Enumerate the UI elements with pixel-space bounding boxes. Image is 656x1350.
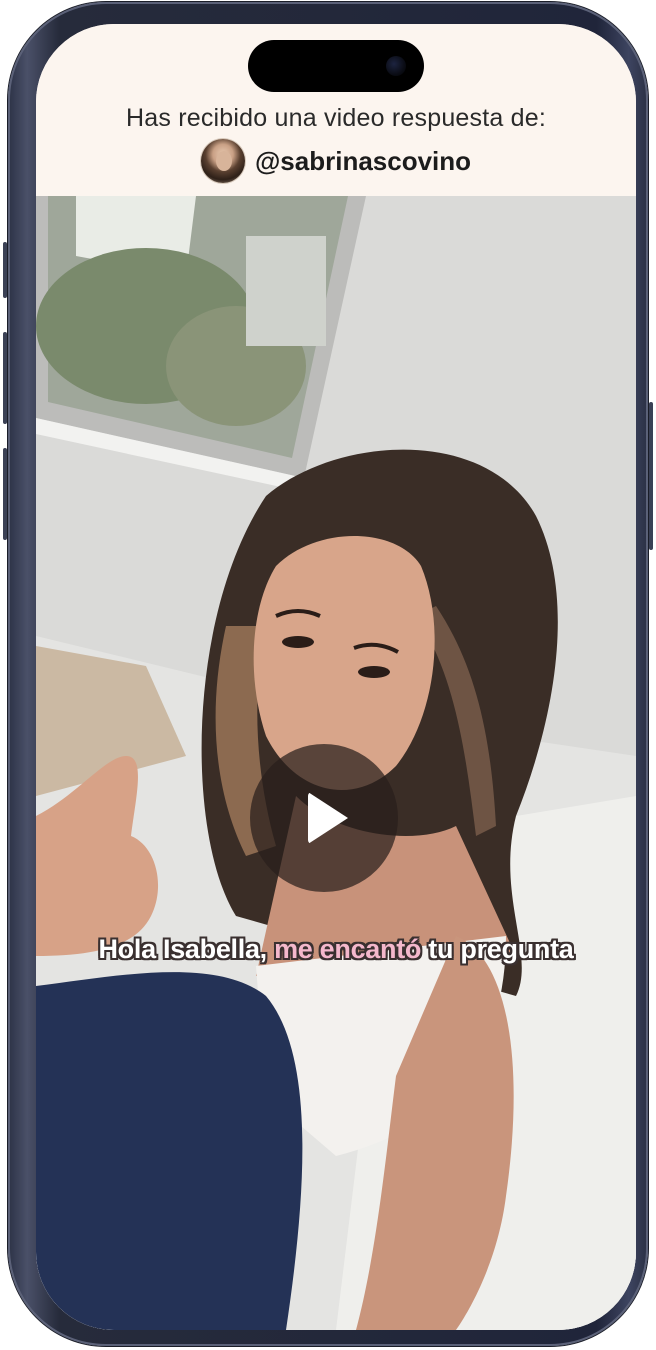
caption-part-1: Hola Isabella, — [98, 934, 275, 964]
avatar-face — [215, 151, 232, 171]
caption-highlight: me encantó — [274, 934, 422, 964]
power-button — [649, 402, 653, 550]
play-button[interactable] — [250, 744, 398, 892]
screen: Has recibido una video respuesta de: @sa… — [36, 24, 636, 1330]
sender-username[interactable]: @sabrinascovino — [255, 146, 471, 177]
avatar[interactable] — [200, 139, 245, 183]
dynamic-island — [248, 40, 424, 92]
video-player[interactable]: Hola Isabella, me encantó tu pregunta — [36, 196, 636, 1330]
screen-holder: Has recibido una video respuesta de: @sa… — [8, 2, 648, 1346]
camera-icon — [386, 56, 406, 76]
distant-building — [246, 236, 326, 346]
caption-part-2: tu pregunta — [421, 934, 574, 964]
jeans — [36, 972, 303, 1330]
sender-info[interactable]: @sabrinascovino — [36, 138, 636, 184]
left-eye — [282, 636, 314, 648]
play-icon — [308, 792, 348, 844]
action-button — [3, 242, 7, 298]
right-eye — [358, 666, 390, 678]
video-caption: Hola Isabella, me encantó tu pregunta — [36, 934, 636, 965]
header-title: Has recibido una video respuesta de: — [126, 104, 546, 132]
volume-up-button — [3, 332, 7, 424]
volume-down-button — [3, 448, 7, 540]
